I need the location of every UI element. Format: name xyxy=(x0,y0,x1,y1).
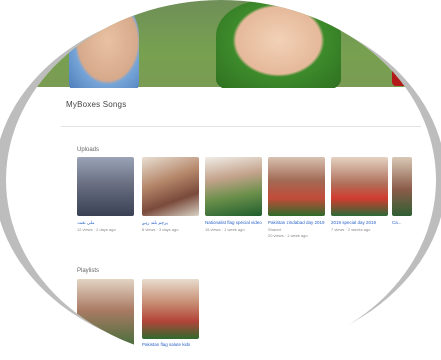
playlist-thumbnail-2[interactable] xyxy=(142,279,199,339)
video-meta-4a: Shared xyxy=(268,227,281,232)
video-meta-4b: 20 views · 1 week ago xyxy=(268,233,308,238)
channel-header: MyBoxes Songs xyxy=(61,88,421,127)
playlist-thumbnail-1[interactable] xyxy=(77,279,134,349)
banner-image-kid-left xyxy=(69,0,139,92)
video-meta-5: 7 views · 2 weeks ago xyxy=(331,227,371,232)
video-title-1[interactable]: ملی نغمہ xyxy=(77,220,95,226)
video-title-6[interactable]: Ca... xyxy=(392,220,402,225)
video-meta-2: 8 views · 3 days ago xyxy=(142,227,179,232)
video-title-4[interactable]: Pakistan zindabad day 2019 xyxy=(268,220,325,225)
video-thumbnail-4[interactable] xyxy=(268,157,325,216)
video-thumbnail-6[interactable] xyxy=(392,157,412,216)
channel-banner xyxy=(6,0,436,92)
section-title-uploads[interactable]: Uploads xyxy=(77,147,99,153)
youtube-channel-screen: MyBoxes Songs Uploads ملی نغمہ 12 views … xyxy=(6,0,436,360)
channel-name[interactable]: MyBoxes Songs xyxy=(66,100,126,109)
banner-image-kid-right xyxy=(216,0,341,90)
video-title-3[interactable]: Nationalist flag special video xyxy=(205,220,262,225)
video-thumbnail-3[interactable] xyxy=(205,157,262,216)
section-title-playlists[interactable]: Playlists xyxy=(77,268,99,274)
video-meta-1: 12 views · 2 days ago xyxy=(77,227,116,232)
video-meta-3: 15 views · 1 week ago xyxy=(205,227,245,232)
video-thumbnail-5[interactable] xyxy=(331,157,388,216)
playlist-title-2[interactable]: Pakistan flag salute kids xyxy=(142,342,190,347)
video-thumbnail-2[interactable] xyxy=(142,157,199,216)
video-title-5[interactable]: 2019 special day 2019 xyxy=(331,220,376,225)
banner-accent xyxy=(392,58,428,86)
page-frame: MyBoxes Songs Uploads ملی نغمہ 12 views … xyxy=(0,0,441,360)
video-thumbnail-1[interactable] xyxy=(77,157,134,216)
video-title-2[interactable]: پرچم بلند رہے xyxy=(142,220,168,226)
